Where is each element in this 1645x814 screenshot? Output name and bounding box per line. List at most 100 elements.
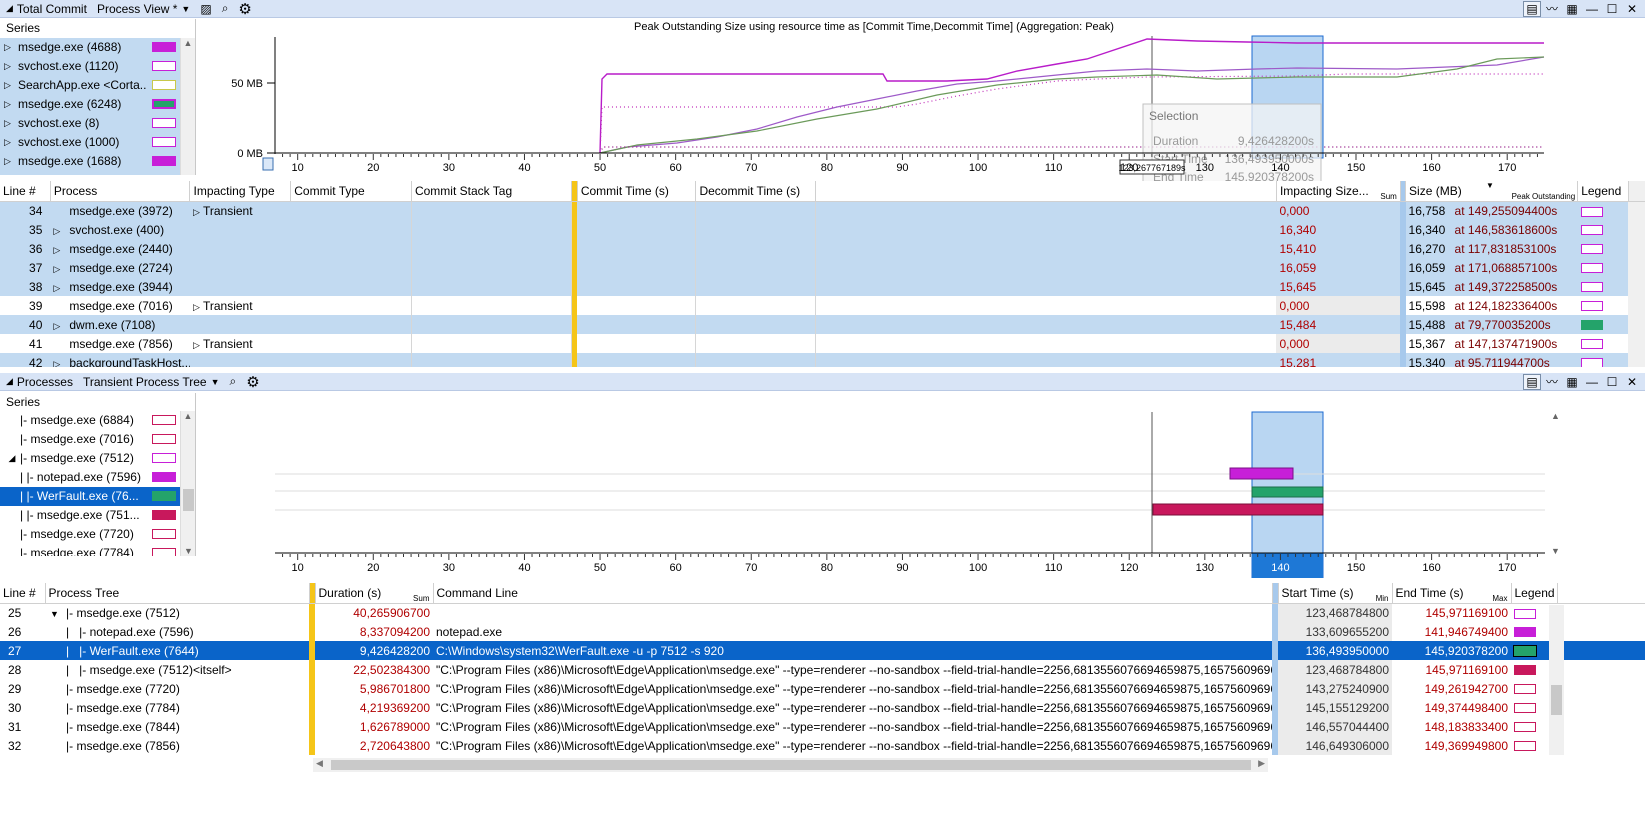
legend-swatch[interactable] [1580,282,1603,293]
table-row[interactable]: 40 ▷ dwm.exe (7108) 15,484 15,488 at 79,77003… [0,315,1645,334]
row-process[interactable]: ▷ msedge.exe (2440) [50,239,190,258]
scroll-right-arrow-icon[interactable]: ▶ [1258,758,1265,769]
series-item[interactable]: ▷ svchost.exe (8) [0,114,195,133]
series-item[interactable]: |- msedge.exe (7784) [0,544,195,556]
row-legend[interactable] [1577,353,1629,367]
series-item[interactable]: |- msedge.exe (7016) [0,430,195,449]
series-item[interactable]: ◢ |- msedge.exe (7512) [0,449,195,468]
expand-triangle-icon[interactable]: ▷ [4,57,18,76]
expand-triangle-icon[interactable]: ▷ [4,152,18,171]
col-size[interactable]: Size (MB) ▼ Peak Outstanding [1405,181,1579,202]
series-color-swatch[interactable] [152,415,176,425]
horizontal-scrollbar[interactable]: ◀ ▶ [313,758,1268,772]
bar-werfault-7644[interactable] [1251,486,1324,498]
row-process[interactable]: ▷ dwm.exe (7108) [50,315,190,334]
expand-triangle-icon[interactable]: ▷ [4,114,18,133]
row-process[interactable]: msedge.exe (7016) [50,296,190,315]
table-row[interactable]: 41 msedge.exe (7856) ▷ Transient 0,000 15,367… [0,334,1645,353]
row-legend[interactable] [1577,277,1629,296]
series-color-swatch[interactable] [152,80,176,90]
expand-triangle-icon[interactable]: ▷ [4,38,18,57]
legend-swatch[interactable] [1580,206,1603,217]
bar-notepad-7596[interactable] [1229,467,1294,480]
series-item[interactable]: |- msedge.exe (6884) [0,411,195,430]
legend-swatch[interactable] [1580,263,1603,274]
legend-swatch[interactable] [1514,741,1536,752]
series-color-swatch[interactable] [152,472,176,482]
series-color-swatch[interactable] [152,137,176,147]
row-legend[interactable] [1577,296,1629,315]
series-color-swatch[interactable] [152,156,176,166]
expand-triangle-icon[interactable]: ▷ [4,76,18,95]
series-item[interactable]: |- msedge.exe (7720) [0,525,195,544]
minimize-button[interactable]: — [1583,1,1601,17]
legend-swatch[interactable] [1580,301,1603,312]
row-process-tree[interactable]: | |- msedge.exe (7512)<itself> [45,660,309,679]
series-item[interactable]: | |- WerFault.exe (76... [0,487,195,506]
col-commit-time[interactable]: Commit Time (s) [577,181,697,202]
col-legend[interactable]: Legend [1577,181,1629,202]
col-line[interactable]: Line # [0,181,51,202]
table-row[interactable]: 30 |- msedge.exe (7784) 4,219369200 "C:\Pro… [0,698,1645,717]
collapse-triangle-icon[interactable]: ▼ [50,609,66,619]
table-row[interactable]: 38 ▷ msedge.exe (3944) 15,645 15,645 at 149,3… [0,277,1645,296]
col-process[interactable]: Process [50,181,191,202]
legend-swatch[interactable] [1514,684,1536,695]
bottom-chart[interactable]: 10 20 30 40 50 60 70 80 90 100 110 120 130 140 150 160 1… [197,393,1645,579]
chart-image-icon[interactable]: ▨ [200,2,211,16]
table-row[interactable]: 32 |- msedge.exe (7856) 2,720643800 "C:\Pro… [0,736,1645,755]
expand-triangle-icon[interactable]: ▷ [4,95,18,114]
bottom-series-scrollbar[interactable]: ▲ ▼ [180,411,195,556]
scroll-up-arrow-icon[interactable]: ▲ [1548,411,1563,421]
expand-triangle-icon[interactable]: ▷ [53,283,69,294]
col-process-tree[interactable]: Process Tree [45,583,310,604]
series-color-swatch[interactable] [152,453,176,463]
row-legend[interactable] [1577,239,1629,258]
scroll-up-arrow-icon[interactable]: ▲ [181,411,195,421]
scroll-down-arrow-icon[interactable]: ▼ [181,546,196,556]
legend-swatch[interactable] [1513,645,1537,658]
collapse-triangle-icon[interactable]: ◢ [6,3,13,14]
graph-only-button[interactable]: 〰 [1543,374,1561,390]
row-process[interactable]: ▷ msedge.exe (2724) [50,258,190,277]
horizontal-scroll-thumb[interactable] [331,760,1251,770]
table-row[interactable]: 28 | |- msedge.exe (7512)<itself> 22,50238… [0,660,1645,679]
scroll-down-arrow-icon[interactable]: ▼ [1548,546,1563,556]
scroll-left-arrow-icon[interactable]: ◀ [316,758,323,769]
expand-triangle-icon[interactable]: ▷ [193,302,203,313]
table-only-button[interactable]: ▦ [1563,374,1581,390]
row-process-tree[interactable]: |- msedge.exe (7720) [45,679,309,698]
search-icon[interactable]: ⌕ [229,374,236,389]
view-selector[interactable]: Process View * ▼ [97,2,190,16]
graph-only-button[interactable]: 〰 [1543,1,1561,17]
row-legend[interactable] [1577,220,1629,239]
row-process-tree[interactable]: |- msedge.exe (7856) [45,736,309,755]
expand-triangle-icon[interactable]: ▷ [53,321,69,332]
expanded-triangle-icon[interactable]: ◢ [4,449,20,468]
col-command-line[interactable]: Command Line [433,583,1273,604]
search-icon[interactable]: ⌕ [222,1,229,16]
row-process[interactable]: ▷ backgroundTaskHost... [50,353,190,367]
series-color-swatch[interactable] [152,434,176,444]
expand-triangle-icon[interactable]: ▷ [193,340,203,351]
row-process[interactable]: msedge.exe (3972) [50,201,190,220]
series-color-swatch[interactable] [152,118,176,128]
legend-swatch[interactable] [1580,225,1603,236]
legend-swatch[interactable] [1514,627,1536,638]
row-process-tree[interactable]: ▼ |- msedge.exe (7512) [45,603,309,622]
graph-table-view-button[interactable]: ▤ [1523,0,1541,17]
row-process-tree[interactable]: |- msedge.exe (7844) [45,717,309,736]
bottom-chart-scrollbar[interactable]: ▲ ▼ [1548,411,1563,556]
row-legend[interactable] [1577,334,1629,353]
row-process[interactable]: ▷ msedge.exe (3944) [50,277,190,296]
col-start-time[interactable]: Start Time (s) Min [1278,583,1393,604]
close-button[interactable]: ✕ [1623,1,1641,17]
series-color-swatch[interactable] [152,548,176,556]
row-legend[interactable] [1577,201,1629,220]
series-color-swatch[interactable] [152,529,176,539]
legend-swatch[interactable] [1514,608,1536,619]
axis-toggle-button[interactable] [262,157,274,171]
table-row[interactable]: 25 ▼ |- msedge.exe (7512) 40,265906700 123,4… [0,603,1645,622]
bottom-table-vscroll[interactable] [1549,605,1564,755]
table-row[interactable]: 31 |- msedge.exe (7844) 1,626789000 "C:\Pro… [0,717,1645,736]
